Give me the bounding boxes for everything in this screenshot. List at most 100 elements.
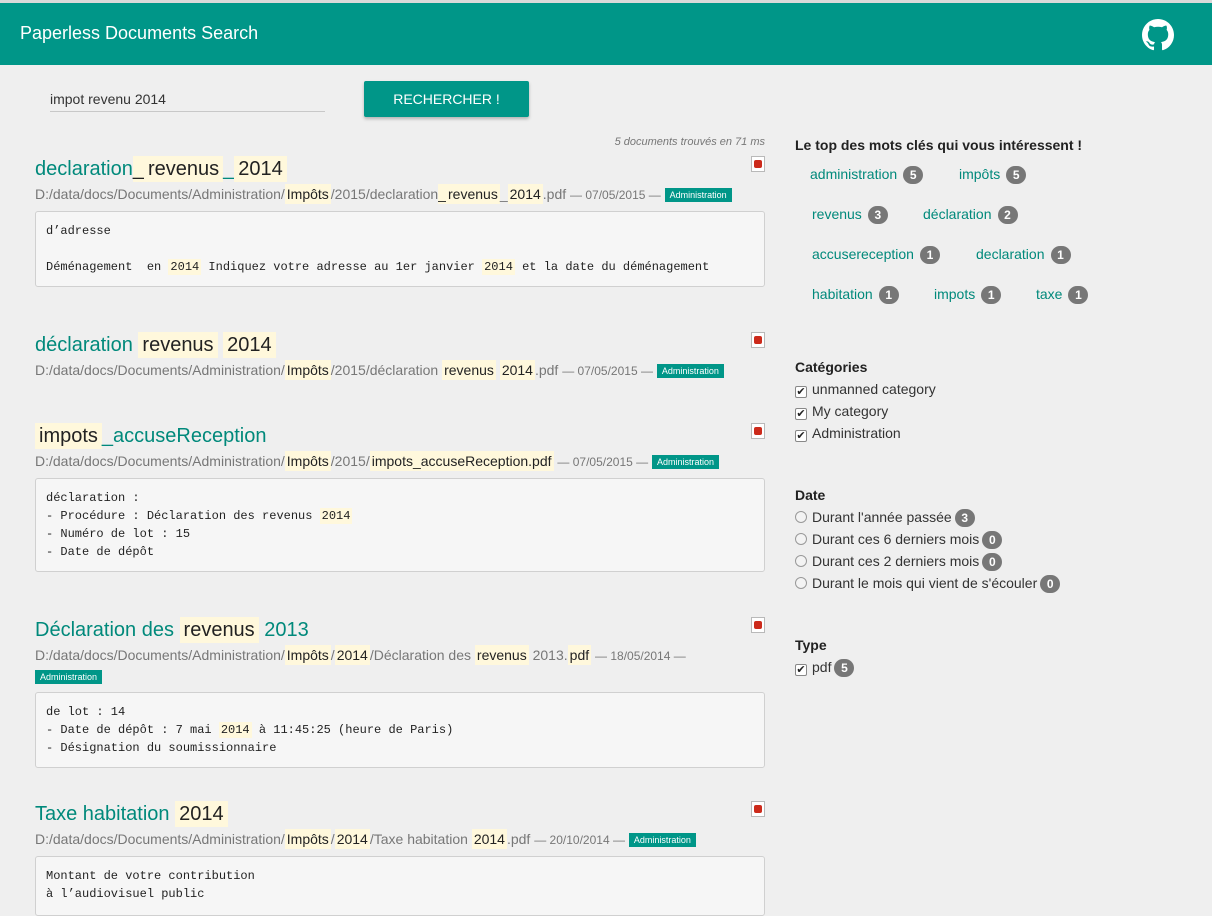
search-input[interactable] <box>50 86 325 112</box>
keyword-label[interactable]: habitation <box>812 286 873 302</box>
path-text: /Déclaration des <box>369 647 475 663</box>
date-option-label: Durant ces 6 derniers mois <box>812 531 980 547</box>
category-badge[interactable]: Administration <box>35 670 103 684</box>
pdf-file-icon[interactable] <box>751 156 765 172</box>
snippet-text: Déménagement en <box>46 260 169 274</box>
keyword-label[interactable]: declaration <box>976 246 1045 262</box>
path-text: /2015/ <box>330 453 370 469</box>
highlighted-term: revenus <box>143 156 224 182</box>
keyword-label[interactable]: accusereception <box>812 246 914 262</box>
highlighted-term: _ <box>132 156 144 182</box>
keyword-label[interactable]: revenus <box>812 206 862 222</box>
radio-button[interactable] <box>795 533 807 545</box>
keyword-count-badge: 5 <box>903 166 924 184</box>
keyword-label[interactable]: taxe <box>1036 286 1062 302</box>
app-title[interactable]: Paperless Documents Search <box>20 23 258 44</box>
results-count: 5 documents trouvés en 71 ms <box>614 136 765 148</box>
checkbox-checked[interactable]: ✔ <box>795 386 807 398</box>
date-option[interactable]: Durant ces 2 derniers mois 0 <box>795 550 1060 572</box>
highlighted-term: 2014 <box>471 829 507 849</box>
highlighted-term: Impôts <box>284 451 331 471</box>
radio-button[interactable] <box>795 577 807 589</box>
path-text: _ <box>499 186 508 202</box>
result-title[interactable]: impots _accuseReception <box>35 421 765 451</box>
checkbox-checked[interactable]: ✔ <box>795 408 807 420</box>
keywords-panel: Le top des mots clés qui vous intéressen… <box>795 137 1082 153</box>
radio-button[interactable] <box>795 555 807 567</box>
result-date: — 18/05/2014 — <box>595 649 686 663</box>
type-count-badge: 5 <box>834 659 855 677</box>
keyword-label[interactable]: impôts <box>959 166 1000 182</box>
result-title[interactable]: declaration_ revenus _ 2014 <box>35 154 765 184</box>
pdf-file-icon[interactable] <box>751 332 765 348</box>
category-badge[interactable]: Administration <box>656 364 724 378</box>
result-path: D:/data/docs/Documents/Administration/Im… <box>35 645 725 686</box>
keyword-label[interactable]: administration <box>810 166 897 182</box>
path-text: D:/data/docs/Documents/Administration/ <box>35 186 285 202</box>
keyword-label[interactable]: déclaration <box>923 206 992 222</box>
title-text: _ <box>223 158 235 180</box>
category-option[interactable]: ✔ unmanned category <box>795 378 936 400</box>
keyword-link[interactable]: revenus 3 <box>812 206 888 224</box>
search-result: declaration_ revenus _ 2014 D:/data/docs/Do… <box>35 154 765 287</box>
pdf-file-icon[interactable] <box>751 423 765 439</box>
path-text: D:/data/docs/Documents/Administration/ <box>35 362 285 378</box>
keyword-link[interactable]: administration 5 <box>810 166 924 184</box>
result-path: D:/data/docs/Documents/Administration/Im… <box>35 829 765 850</box>
checkbox-checked[interactable]: ✔ <box>795 430 807 442</box>
snippet-text: à 11:45:25 (heure de Paris) <box>251 723 454 737</box>
category-label: unmanned category <box>812 381 936 397</box>
keyword-link[interactable]: déclaration 2 <box>923 206 1018 224</box>
category-badge[interactable]: Administration <box>652 455 720 469</box>
path-text: .pdf <box>506 831 531 847</box>
date-option[interactable]: Durant l'année passée 3 <box>795 506 1060 528</box>
keyword-link[interactable]: impots 1 <box>934 286 1002 304</box>
date-option[interactable]: Durant ces 6 derniers mois 0 <box>795 528 1060 550</box>
highlighted-term: 2014 <box>482 259 515 275</box>
keywords-heading: Le top des mots clés qui vous intéressen… <box>795 137 1083 153</box>
highlighted-term: pdf <box>567 645 592 665</box>
keyword-label[interactable]: impots <box>934 286 975 302</box>
result-title[interactable]: Taxe habitation 2014 <box>35 799 765 829</box>
github-icon[interactable] <box>1142 19 1174 51</box>
path-text: D:/data/docs/Documents/Administration/ <box>35 453 285 469</box>
highlighted-term: impots_accuseReception.pdf <box>369 451 554 471</box>
keyword-link[interactable]: habitation 1 <box>812 286 899 304</box>
date-option[interactable]: Durant le mois qui vient de s'écouler 0 <box>795 572 1061 594</box>
result-title[interactable]: déclaration revenus 2014 <box>35 330 765 360</box>
pdf-file-icon[interactable] <box>751 617 765 633</box>
snippet-text: - Numéro de lot : 15 <box>46 527 191 541</box>
category-option[interactable]: ✔ Administration <box>795 422 936 444</box>
highlighted-term: revenus <box>474 645 529 665</box>
result-snippet: Montant de votre contribution à l’audiov… <box>35 856 765 916</box>
keyword-count-badge: 2 <box>997 206 1018 224</box>
category-badge[interactable]: Administration <box>628 833 696 847</box>
title-text: _accuseReception <box>101 425 267 447</box>
type-filter: Type ✔ pdf 5 <box>795 637 855 678</box>
highlighted-term: 2014 <box>499 360 535 380</box>
category-badge[interactable]: Administration <box>664 188 732 202</box>
snippet-text: Indiquez votre adresse au 1er janvier <box>201 260 483 274</box>
radio-button[interactable] <box>795 511 807 523</box>
path-text: /2015/déclaration <box>330 362 443 378</box>
search-button[interactable]: RECHERCHER ! <box>364 81 529 117</box>
category-label: Administration <box>812 425 901 441</box>
pdf-file-icon[interactable] <box>751 801 765 817</box>
path-text: /2015/declaration <box>330 186 439 202</box>
checkbox-checked[interactable]: ✔ <box>795 664 807 676</box>
keyword-count-badge: 1 <box>878 286 899 304</box>
title-text: 2013 <box>258 619 309 641</box>
keyword-link[interactable]: taxe 1 <box>1036 286 1089 304</box>
result-path: D:/data/docs/Documents/Administration/Im… <box>35 360 765 381</box>
type-option[interactable]: ✔ pdf 5 <box>795 656 855 678</box>
highlighted-term: 2014 <box>218 722 252 738</box>
keyword-link[interactable]: impôts 5 <box>959 166 1027 184</box>
result-title[interactable]: Déclaration des revenus 2013 <box>35 615 765 645</box>
keyword-link[interactable]: declaration 1 <box>976 246 1071 264</box>
date-count-badge: 0 <box>982 531 1003 549</box>
category-option[interactable]: ✔ My category <box>795 400 936 422</box>
keyword-link[interactable]: accusereception 1 <box>812 246 940 264</box>
snippet-text: déclaration : <box>46 491 140 505</box>
keyword-count-badge: 1 <box>981 286 1002 304</box>
result-date: — 07/05/2015 — <box>562 364 653 378</box>
